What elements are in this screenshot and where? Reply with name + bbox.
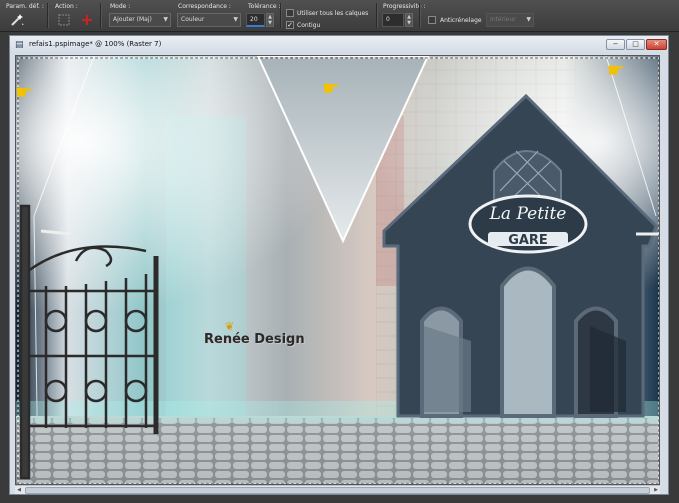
pointing-hand-icon: ☛ bbox=[15, 80, 33, 104]
document-window: ▤ refais1.pspimage* @ 100% (Raster 7) − … bbox=[9, 35, 669, 495]
document-title: refais1.pspimage* @ 100% (Raster 7) bbox=[29, 40, 162, 48]
pointing-hand-icon: ☛ bbox=[607, 58, 625, 82]
tolerance-input[interactable]: 20 bbox=[246, 13, 265, 27]
use-all-layers-label: Utiliser tous les calques bbox=[297, 10, 369, 17]
red-plus-icon bbox=[82, 15, 92, 25]
separator bbox=[47, 3, 49, 28]
add-selection-button[interactable] bbox=[79, 12, 95, 28]
match-mode-value: Couleur bbox=[181, 16, 205, 23]
separator bbox=[280, 3, 282, 28]
match-mode-select[interactable]: Couleur ▼ bbox=[177, 13, 241, 27]
tolerance-label: Tolérance : bbox=[248, 3, 281, 10]
horizontal-scrollbar[interactable]: ◀ ▶ bbox=[15, 485, 660, 494]
pointing-hand-icon: ☛ bbox=[322, 76, 340, 100]
action-label: Action : bbox=[55, 3, 78, 10]
use-all-layers-checkbox[interactable] bbox=[286, 9, 294, 17]
contiguous-checkbox[interactable]: ✓ bbox=[286, 21, 294, 29]
presets-label: Param. déf. : bbox=[6, 3, 44, 10]
tolerance-spinner[interactable]: ▲ ▼ bbox=[266, 13, 274, 27]
selection-icon bbox=[58, 14, 70, 26]
document-titlebar[interactable]: ▤ refais1.pspimage* @ 100% (Raster 7) − … bbox=[10, 36, 668, 54]
antialias-checkbox[interactable] bbox=[428, 16, 436, 24]
separator bbox=[376, 3, 378, 28]
artwork-image: La Petite GARE bbox=[16, 56, 659, 484]
mode-value: Ajouter (Maj) bbox=[113, 16, 152, 23]
scroll-left-icon[interactable]: ◀ bbox=[15, 486, 23, 494]
feather-input[interactable]: 0 bbox=[382, 13, 404, 27]
minimize-button[interactable]: − bbox=[606, 39, 625, 50]
feather-spinner[interactable]: ▲ ▼ bbox=[405, 13, 413, 27]
select-none-button[interactable] bbox=[56, 12, 72, 28]
document-icon: ▤ bbox=[15, 40, 24, 50]
match-mode-label: Correspondance : bbox=[178, 3, 231, 10]
mode-label: Mode : bbox=[110, 3, 131, 10]
feather-value: 0 bbox=[386, 16, 390, 23]
watermark-text: Renée Design bbox=[204, 332, 305, 347]
chevron-down-icon: ▼ bbox=[163, 16, 168, 23]
tolerance-value: 20 bbox=[250, 16, 258, 23]
contiguous-label: Contigu bbox=[297, 22, 321, 29]
scrollbar-thumb[interactable] bbox=[25, 487, 650, 494]
close-button[interactable]: ✕ bbox=[646, 39, 667, 50]
tool-options-bar: Param. déf. : Action : Mode : Ajouter (M… bbox=[0, 0, 679, 32]
antialias-label: Anticrénelage bbox=[440, 17, 482, 24]
scroll-right-icon[interactable]: ▶ bbox=[652, 486, 660, 494]
sign-title-text: La Petite bbox=[489, 204, 567, 224]
presets-dropdown[interactable] bbox=[9, 12, 25, 28]
antialias-select[interactable]: Intérieur ▼ bbox=[486, 13, 534, 27]
maximize-button[interactable]: □ bbox=[626, 39, 645, 50]
chevron-down-icon: ▼ bbox=[233, 16, 238, 23]
separator bbox=[419, 3, 421, 28]
magic-wand-icon bbox=[11, 14, 24, 26]
mode-select[interactable]: Ajouter (Maj) ▼ bbox=[109, 13, 171, 27]
antialias-value: Intérieur bbox=[490, 16, 516, 23]
separator bbox=[100, 3, 102, 28]
image-canvas[interactable]: La Petite GARE ❦ Renée Design ☛ ☛ ☛ bbox=[15, 55, 660, 485]
chevron-down-icon: ▼ bbox=[526, 16, 531, 23]
sign-subtitle-text: GARE bbox=[508, 233, 548, 248]
